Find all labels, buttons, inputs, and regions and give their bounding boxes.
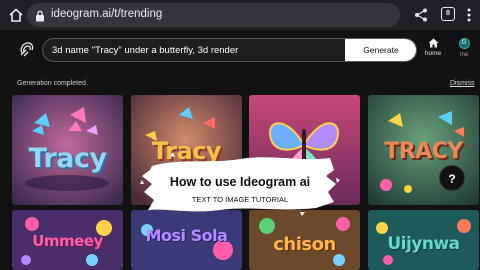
- overlay-title: How to use Ideogram ai: [169, 175, 311, 189]
- help-button[interactable]: ?: [439, 165, 465, 191]
- tutorial-overlay: How to use Ideogram ai TEXT TO IMAGE TUT…: [140, 150, 340, 216]
- tile-word: TRACY: [384, 139, 463, 164]
- image-tile[interactable]: Tracy: [12, 95, 123, 205]
- tile-word: Mosi Sola: [145, 226, 228, 245]
- image-tile[interactable]: Mosi Sola: [131, 210, 242, 270]
- image-tile[interactable]: Uijynwa: [368, 210, 479, 270]
- tile-word: Uijynwa: [387, 234, 460, 254]
- tile-word: Ummeey: [32, 232, 103, 250]
- overlay-subtitle: TEXT TO IMAGE TUTORIAL: [191, 195, 289, 204]
- tile-word: Tracy: [28, 143, 107, 174]
- image-tile[interactable]: Ummeey: [12, 210, 123, 270]
- image-tile[interactable]: TRACY: [368, 95, 479, 205]
- tile-word: chison: [273, 234, 336, 255]
- image-tile[interactable]: chison: [249, 210, 360, 270]
- image-grid: Tracy Tracy TRACY Ummeey Mosi Sola chiso…: [0, 0, 480, 270]
